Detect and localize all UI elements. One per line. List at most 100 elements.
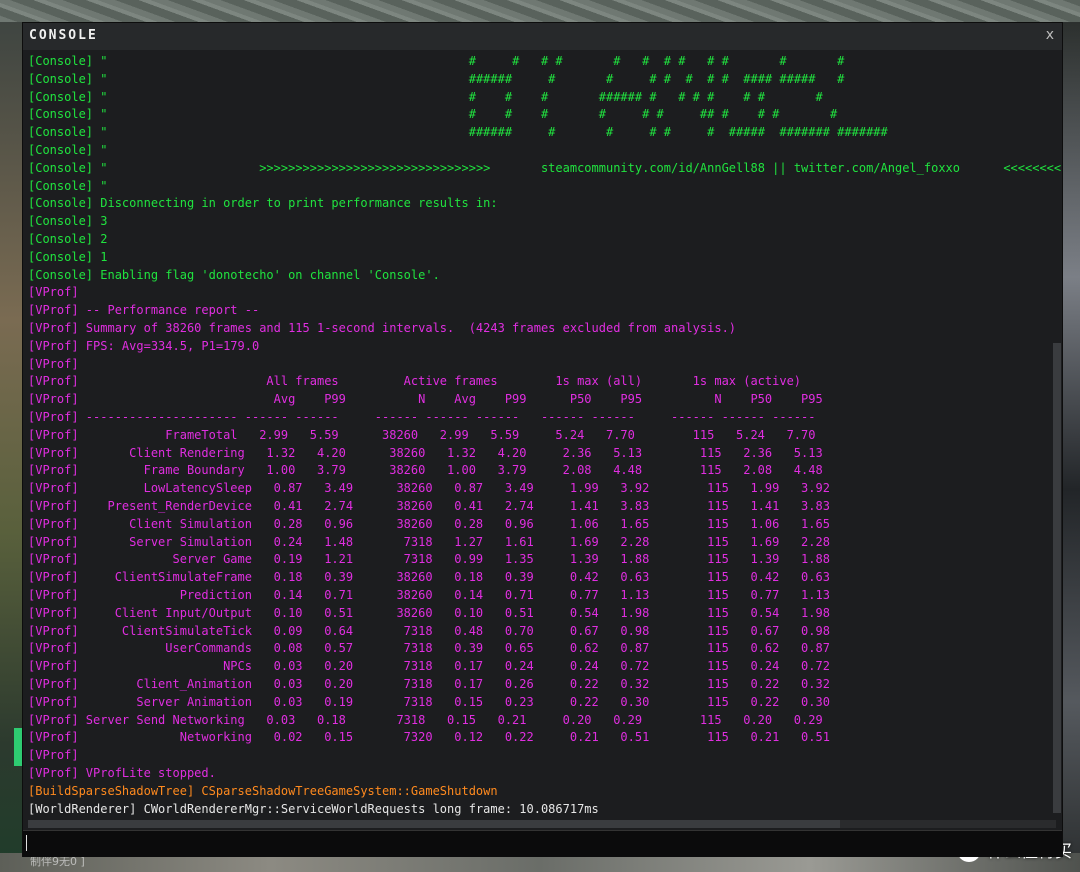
log-line-prefix: [Console] Enabling flag 'donotecho' on c… [28,267,440,282]
horizontal-scrollbar[interactable] [28,820,1056,828]
log-line-prefix: [VProf] Summary of 38260 frames and 115 … [28,321,737,335]
log-line: [VProf] VProfLite stopped. [28,765,216,783]
log-line-prefix: [Console] Disconnecting in order to prin… [28,196,498,211]
log-line: [VProf] FPS: Avg=334.5, P1=179.0 [28,338,259,356]
log-line-prefix: [VProf] NPCs 0.03 0.20 7318 0.17 0.24 0.… [28,659,830,674]
log-line: [VProf] -- Performance report -- [28,302,259,320]
log-line-prefix: [VProf] FrameTotal 2.99 5.59 38260 2.99 … [28,427,816,442]
vertical-scrollbar[interactable] [1053,343,1061,813]
log-line: [VProf] [28,356,79,374]
log-line-prefix: [VProf] [28,748,79,763]
log-line-prefix: [VProf] Frame Boundary 1.00 3.79 38260 1… [28,463,823,478]
log-line: [VProf] Summary of 38260 frames and 115 … [28,320,736,338]
log-line: [Console] Disconnecting in order to prin… [28,195,498,213]
log-line-prefix: [VProf] All frames Active frames 1s max … [28,374,802,389]
log-line: [VProf] UserCommands 0.08 0.57 7318 0.39… [28,640,830,658]
log-line: [VProf] [28,284,79,302]
background-top [0,0,1080,22]
log-line-prefix: [VProf] Server Game 0.19 1.21 7318 0.99 … [28,552,830,567]
log-line-prefix: [VProf] FPS: Avg=334.5, P1=179.0 [28,338,260,353]
log-line: [VProf] ClientSimulateFrame 0.18 0.39 38… [28,569,830,587]
log-line: [VProf] --------------------- ------ ---… [28,409,815,427]
log-line-prefix: [VProf] --------------------- ------ ---… [28,410,816,424]
log-line: [VProf] Networking 0.02 0.15 7320 0.12 0… [28,729,830,747]
log-line: [Console] Enabling flag 'donotecho' on c… [28,267,440,285]
log-line: [VProf] Client Simulation 0.28 0.96 3826… [28,516,830,534]
console-title: CONSOLE [29,28,98,43]
log-line-text: # # # ###### # # # # # # # [107,89,823,104]
log-line: [BuildSparseShadowTree] CSparseShadowTre… [28,783,498,801]
log-line: [VProf] Avg P99 N Avg P99 P50 P95 N P50 … [28,391,823,409]
log-line: [VProf] LowLatencySleep 0.87 3.49 38260 … [28,480,830,498]
log-line: [VProf] ClientSimulateTick 0.09 0.64 731… [28,623,830,641]
background-accent [14,728,22,766]
console-titlebar[interactable]: CONSOLE x [23,23,1062,50]
close-button[interactable]: x [1046,27,1054,43]
console-window: CONSOLE x [Console] " # # # # # # # # # … [22,22,1063,857]
log-line: [Console] 3 [28,213,107,231]
log-line: [VProf] Client Input/Output 0.10 0.51 38… [28,605,830,623]
console-log[interactable]: [Console] " # # # # # # # # # # # # [Cons… [28,53,1061,817]
log-line-prefix: [VProf] Present_RenderDevice 0.41 2.74 3… [28,499,830,513]
log-line-prefix: [VProf] Client Input/Output 0.10 0.51 38… [28,605,830,620]
log-line: [Console] " ###### # # # # # ##### #####… [28,124,888,142]
console-input[interactable] [23,830,1062,857]
log-line-prefix: [VProf] ClientSimulateFrame 0.18 0.39 38… [28,570,830,585]
log-line-prefix: [Console] " [28,54,108,68]
log-line: [Console] " [28,142,107,160]
log-line-prefix: [VProf] [28,285,79,300]
log-line: [Console] 2 [28,231,107,249]
log-line: [VProf] Client_Animation 0.03 0.20 7318 … [28,676,830,694]
log-line-prefix: [VProf] [28,356,79,371]
log-line-prefix: [VProf] Networking 0.02 0.15 7320 0.12 0… [28,730,830,745]
log-line: [Console] " ###### # # # # # # # #### ##… [28,71,844,89]
log-line-text: # # # # # # # # # # # # [107,54,845,68]
log-line: [VProf] Server Send Networking 0.03 0.18… [28,712,823,730]
log-line-text: ###### # # # # # # # #### ##### # [107,71,845,86]
log-line: [VProf] Server Simulation 0.24 1.48 7318… [28,534,830,552]
log-line: [VProf] Present_RenderDevice 0.41 2.74 3… [28,498,830,516]
log-line-prefix: [VProf] Prediction 0.14 0.71 38260 0.14 … [28,588,830,602]
log-line-text: >>>>>>>>>>>>>>>>>>>>>>>>>>>>>>>> steamco… [107,160,1061,175]
log-line: [Console] " # # # ###### # # # # # # # [28,89,823,107]
log-line: [Console] " # # # # # # ## # # # # [28,106,837,124]
log-line-prefix: [Console] " [28,160,108,175]
log-line: [VProf] FrameTotal 2.99 5.59 38260 2.99 … [28,427,815,445]
log-line-prefix: [VProf] -- Performance report -- [28,303,260,318]
log-line-prefix: [VProf] Client Simulation 0.28 0.96 3826… [28,516,830,531]
horizontal-scrollbar-thumb[interactable] [28,820,840,828]
log-line: [VProf] All frames Active frames 1s max … [28,373,801,391]
log-line-prefix: [Console] 3 [28,214,108,229]
log-line-prefix: [Console] 2 [28,232,108,246]
text-caret [26,835,27,851]
log-line: [Console] " # # # # # # # # # # # # [28,53,844,71]
log-line-prefix: [VProf] Client_Animation 0.03 0.20 7318 … [28,677,830,691]
log-line-prefix: [VProf] Server Animation 0.03 0.19 7318 … [28,694,830,709]
log-line-text: ###### # # # # # ##### ####### ####### [107,125,888,140]
log-line: [VProf] Prediction 0.14 0.71 38260 0.14 … [28,587,830,605]
log-line-prefix: [WorldRenderer] CWorldRendererMgr::Servi… [28,801,599,816]
log-line: [VProf] Server Game 0.19 1.21 7318 0.99 … [28,551,830,569]
log-line-prefix: [Console] " [28,178,108,193]
log-line-prefix: [VProf] Server Send Networking 0.03 0.18… [28,712,823,727]
log-line-prefix: [Console] " [28,71,108,86]
log-line: [VProf] Frame Boundary 1.00 3.79 38260 1… [28,462,823,480]
log-line-prefix: [Console] " [28,89,108,104]
log-line: [VProf] Client Rendering 1.32 4.20 38260… [28,445,823,463]
log-line-prefix: [VProf] VProfLite stopped. [28,766,216,780]
log-line-prefix: [BuildSparseShadowTree] CSparseShadowTre… [28,783,498,798]
log-line: [VProf] Server Animation 0.03 0.19 7318 … [28,694,830,712]
log-line-prefix: [VProf] UserCommands 0.08 0.57 7318 0.39… [28,641,830,656]
log-line-prefix: [VProf] LowLatencySleep 0.87 3.49 38260 … [28,481,830,496]
log-line: [VProf] [28,747,79,765]
log-line: [Console] 1 [28,249,107,267]
log-line-prefix: [Console] " [28,125,108,140]
log-line-prefix: [Console] 1 [28,249,108,264]
log-line: [Console] " >>>>>>>>>>>>>>>>>>>>>>>>>>>>… [28,160,1061,178]
background-right [1063,22,1080,872]
log-line: [VProf] NPCs 0.03 0.20 7318 0.17 0.24 0.… [28,658,830,676]
log-line: [Console] " [28,178,107,196]
log-line: [WorldRenderer] CWorldRendererMgr::Servi… [28,801,599,817]
log-line-prefix: [VProf] Server Simulation 0.24 1.48 7318… [28,534,830,549]
log-line-prefix: [Console] " [28,143,108,157]
